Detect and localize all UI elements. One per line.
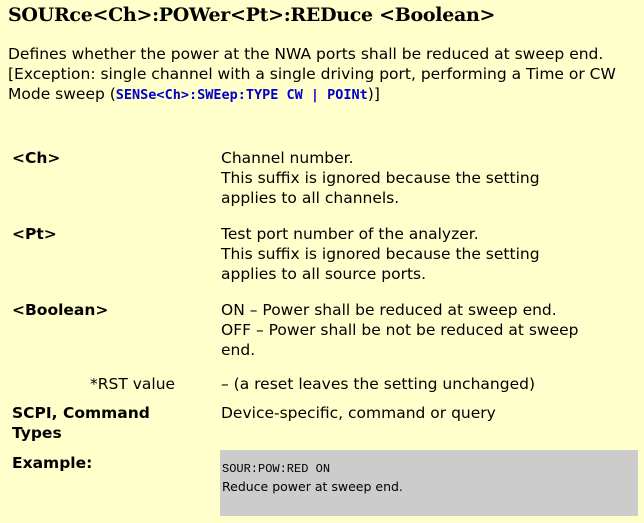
description-block: Defines whether the power at the NWA por… xyxy=(8,44,640,105)
rst-row: *RST value – (a reset leaves the setting… xyxy=(12,374,640,394)
param-line: end. xyxy=(221,341,256,359)
param-line: This suffix is ignored because the setti… xyxy=(221,169,540,187)
param-description: ON – Power shall be reduced at sweep end… xyxy=(221,300,636,360)
param-name: <Pt> xyxy=(12,225,57,243)
rst-label: *RST value xyxy=(90,375,176,393)
scpi-label-line: Types xyxy=(12,424,62,442)
description-text: Defines whether the power at the NWA por… xyxy=(8,45,604,63)
param-line: OFF – Power shall be not be reduced at s… xyxy=(221,321,579,339)
param-name: <Boolean> xyxy=(12,301,109,319)
exception-suffix: )] xyxy=(367,85,380,103)
param-line: applies to all source ports. xyxy=(221,265,427,283)
param-line: applies to all channels. xyxy=(221,189,400,207)
example-label: Example: xyxy=(12,454,93,472)
param-name: <Ch> xyxy=(12,149,61,167)
param-line: ON – Power shall be reduced at sweep end… xyxy=(221,301,557,319)
param-description: Test port number of the analyzer. This s… xyxy=(221,224,636,284)
exception-text: [Exception: single channel with a single… xyxy=(8,64,640,105)
scpi-label-line: SCPI, Command xyxy=(12,404,150,422)
param-row-boolean: <Boolean> ON – Power shall be reduced at… xyxy=(12,300,640,360)
example-description: Reduce power at sweep end. xyxy=(222,479,403,494)
scpi-value: Device-specific, command or query xyxy=(221,404,496,422)
param-row-pt: <Pt> Test port number of the analyzer. T… xyxy=(12,224,640,284)
rst-value: – (a reset leaves the setting unchanged) xyxy=(221,375,535,393)
exception-code-link[interactable]: SENSe<Ch>:SWEep:TYPE CW | POINt xyxy=(116,87,368,103)
scpi-row: SCPI, Command Types Device-specific, com… xyxy=(12,403,640,443)
param-row-ch: <Ch> Channel number. This suffix is igno… xyxy=(12,148,640,208)
param-description: Channel number. This suffix is ignored b… xyxy=(221,148,636,208)
command-title: SOURce<Ch>:POWer<Pt>:REDuce <Boolean> xyxy=(8,4,496,26)
scpi-label: SCPI, Command Types xyxy=(12,403,150,443)
param-line: Test port number of the analyzer. xyxy=(221,225,479,243)
example-box: SOUR:POW:RED ON Reduce power at sweep en… xyxy=(220,450,638,516)
param-line: Channel number. xyxy=(221,149,354,167)
param-line: This suffix is ignored because the setti… xyxy=(221,245,540,263)
example-code: SOUR:POW:RED ON xyxy=(222,462,331,476)
